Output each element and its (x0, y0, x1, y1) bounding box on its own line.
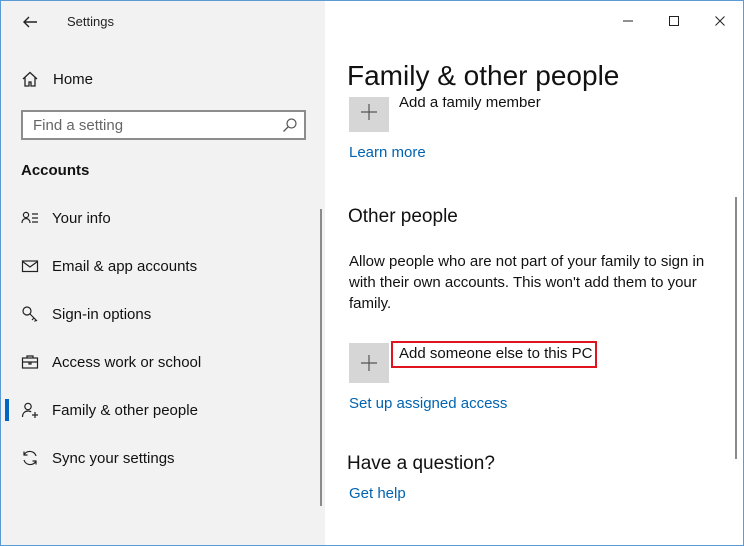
add-family-member-button[interactable] (349, 92, 389, 132)
plus-icon (361, 104, 377, 120)
sidebar-item-family[interactable]: Family & other people (1, 390, 323, 430)
person-card-icon (21, 211, 38, 224)
search-box[interactable] (21, 110, 306, 140)
active-indicator (5, 399, 9, 421)
plus-icon (361, 355, 377, 371)
settings-window: Settings Home Accounts Your info Email &… (0, 0, 744, 546)
other-people-heading: Other people (348, 206, 458, 227)
sidebar: Settings Home Accounts Your info Email &… (1, 1, 325, 545)
window-title: Settings (67, 14, 114, 29)
back-arrow-icon[interactable] (19, 11, 41, 33)
section-heading: Accounts (21, 162, 90, 179)
sidebar-item-sign-in[interactable]: Sign-in options (1, 294, 323, 334)
sidebar-item-label: Sync your settings (52, 449, 175, 467)
briefcase-icon (21, 355, 39, 369)
sidebar-item-label: Sign-in options (52, 305, 152, 323)
key-icon (22, 306, 38, 322)
home-link[interactable]: Home (21, 65, 93, 93)
sidebar-item-label: Access work or school (52, 353, 202, 371)
add-someone-button[interactable] (349, 343, 389, 383)
minimize-button[interactable] (605, 1, 651, 41)
add-someone-label[interactable]: Add someone else to this PC (399, 345, 592, 362)
question-heading: Have a question? (347, 453, 495, 474)
person-add-icon (21, 402, 38, 418)
sidebar-item-your-info[interactable]: Your info (1, 198, 323, 238)
main-content: Add a family member Family & other peopl… (325, 1, 743, 545)
sidebar-item-label: Your info (52, 209, 111, 227)
learn-more-link[interactable]: Learn more (349, 144, 426, 161)
sidebar-item-label: Email & app accounts (52, 257, 198, 275)
home-icon (22, 71, 38, 87)
sidebar-item-sync[interactable]: Sync your settings (1, 438, 323, 478)
minimize-icon (623, 20, 633, 22)
sidebar-scrollbar[interactable] (320, 209, 322, 506)
window-controls (605, 1, 743, 41)
sidebar-item-label: Family & other people (52, 401, 198, 419)
maximize-icon (669, 16, 679, 26)
get-help-link[interactable]: Get help (349, 485, 406, 502)
page-title: Family & other people (347, 60, 620, 91)
search-icon[interactable] (282, 117, 298, 133)
sidebar-item-email[interactable]: Email & app accounts (1, 246, 323, 286)
main-scrollbar[interactable] (735, 197, 737, 459)
sidebar-item-work-school[interactable]: Access work or school (1, 342, 323, 382)
search-input[interactable] (23, 112, 273, 138)
maximize-button[interactable] (651, 1, 697, 41)
sync-icon (23, 450, 37, 466)
home-label: Home (53, 70, 94, 88)
assigned-access-link[interactable]: Set up assigned access (349, 395, 507, 412)
other-people-description: Allow people who are not part of your fa… (349, 253, 705, 312)
mail-icon (21, 260, 39, 273)
close-button[interactable] (697, 1, 743, 41)
close-icon (715, 16, 725, 26)
